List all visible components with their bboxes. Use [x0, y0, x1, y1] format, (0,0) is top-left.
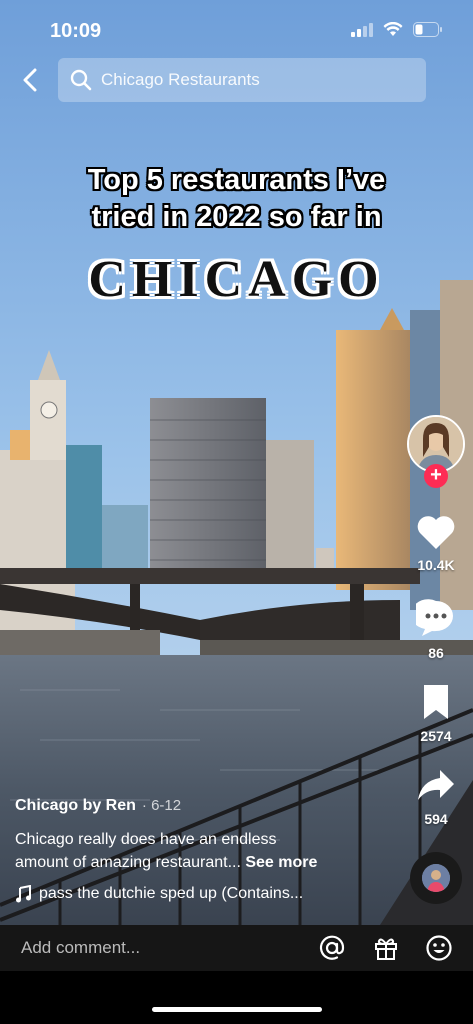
mention-icon[interactable]: [318, 934, 346, 962]
music-note-icon: [16, 885, 31, 903]
sound-disc[interactable]: [410, 852, 462, 904]
caption-line-1: Chicago really does have an endless: [15, 831, 277, 848]
emoji-icon[interactable]: [425, 934, 453, 962]
wifi-icon: [383, 22, 403, 36]
bookmark-icon: [424, 685, 448, 719]
share-count: 594: [424, 811, 448, 827]
author-line: Chicago by Ren · 6-12: [15, 797, 181, 815]
battery-icon: [413, 22, 442, 37]
like-button[interactable]: 10.4K: [410, 514, 462, 573]
sound-line[interactable]: pass the dutchie sped up (Contains...: [15, 885, 303, 903]
avatar-image: [409, 417, 463, 471]
save-count: 2574: [420, 728, 452, 744]
video-overlay-title: Top 5 restaurants I’ve tried in 2022 so …: [0, 162, 473, 236]
follow-button[interactable]: +: [424, 464, 448, 488]
add-comment-input[interactable]: Add comment...: [21, 938, 140, 958]
share-button[interactable]: 594: [410, 768, 462, 827]
back-button[interactable]: [14, 64, 46, 96]
save-button[interactable]: 2574: [410, 683, 462, 744]
post-date: · 6-12: [141, 797, 182, 814]
status-bar: 10:09: [0, 0, 473, 56]
city-river-scene: [0, 0, 473, 925]
back-icon: [23, 68, 37, 92]
home-indicator[interactable]: [152, 1007, 322, 1012]
comment-count: 86: [428, 645, 444, 661]
author-name[interactable]: Chicago by Ren: [15, 797, 136, 814]
sound-title: pass the dutchie sped up (Contains...: [39, 885, 304, 902]
caption-line-2: amount of amazing restaurant...: [15, 854, 241, 871]
status-icons: [351, 22, 443, 37]
sound-cover-icon: [422, 864, 450, 892]
share-icon: [418, 770, 454, 800]
comment-icon: [411, 599, 453, 636]
comment-button[interactable]: 86: [410, 598, 462, 661]
video-background[interactable]: [0, 0, 473, 925]
search-bar[interactable]: Chicago Restaurants: [58, 58, 426, 102]
see-more-link[interactable]: See more: [245, 854, 317, 871]
video-caption[interactable]: Chicago really does have an endless amou…: [15, 828, 375, 874]
status-time: 10:09: [50, 20, 102, 42]
gift-icon[interactable]: [372, 934, 400, 962]
video-screen: 10:09 Chicago Restaurants Top 5 restaura…: [0, 0, 473, 1024]
cellular-signal-icon: [351, 22, 373, 37]
search-icon: [70, 69, 92, 91]
search-query: Chicago Restaurants: [101, 70, 260, 89]
like-count: 10.4K: [417, 557, 455, 573]
overlay-line-2: tried in 2022 so far in: [91, 201, 382, 233]
heart-icon: [417, 516, 455, 549]
overlay-city: CHICAGO: [88, 251, 385, 308]
overlay-line-1: Top 5 restaurants I’ve: [87, 164, 386, 196]
sound-disc-image: [422, 864, 450, 892]
comment-bar: Add comment...: [0, 925, 473, 971]
